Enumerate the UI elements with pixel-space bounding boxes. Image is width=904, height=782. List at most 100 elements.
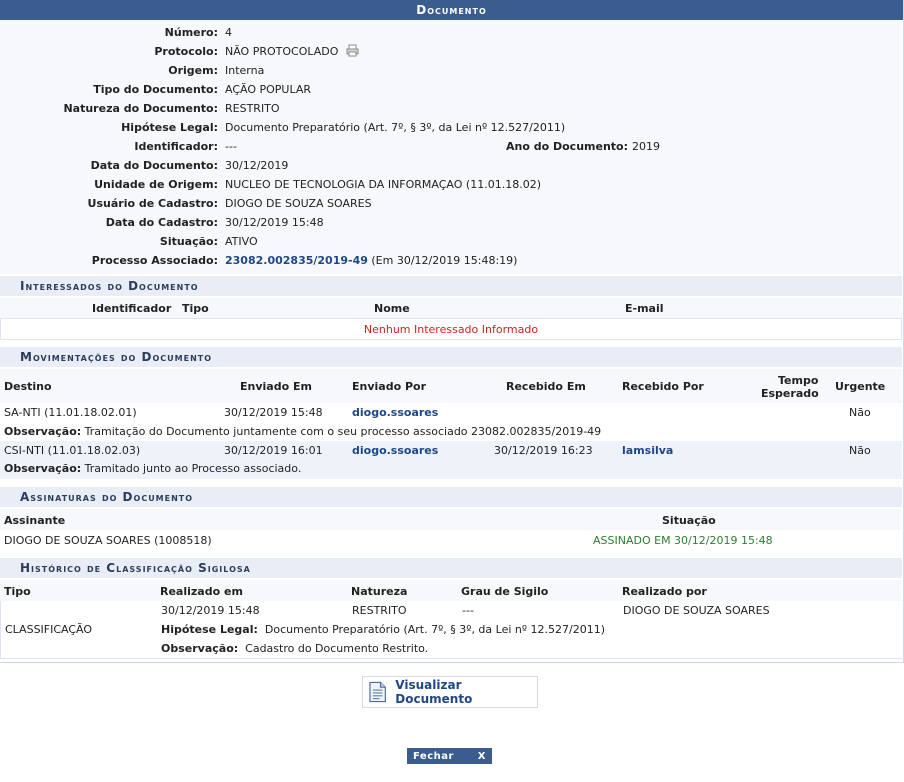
col-urgente: Urgente bbox=[835, 380, 886, 393]
mov-urgente: Não bbox=[849, 406, 871, 419]
assinante-name: DIOGO DE SOUZA SOARES (1008518) bbox=[4, 534, 212, 547]
hist-realizado-em: 30/12/2019 15:48 bbox=[161, 604, 260, 617]
info-row-natureza: Natureza do Documento: RESTRITO bbox=[0, 99, 902, 118]
origem-label: Origem: bbox=[168, 64, 218, 77]
mov-urgente: Não bbox=[849, 444, 871, 457]
document-icon bbox=[369, 681, 386, 703]
close-icon: X bbox=[477, 750, 486, 762]
printer-icon[interactable] bbox=[346, 44, 359, 57]
assinaturas-section-title: Assinaturas do Documento bbox=[0, 487, 902, 507]
info-row-situacao: Situação: ATIVO bbox=[0, 232, 902, 251]
col-enviado-em: Enviado Em bbox=[240, 380, 312, 393]
mov-enviado-em: 30/12/2019 15:48 bbox=[224, 406, 323, 419]
col-recebido-por: Recebido Por bbox=[622, 380, 704, 393]
hist-hipotese: Hipótese Legal: Documento Preparatório (… bbox=[161, 623, 605, 636]
hist-obs-label: Observação: bbox=[161, 642, 239, 655]
historico-row: CLASSIFICAÇÃO 30/12/2019 15:48 RESTRITO … bbox=[0, 601, 902, 659]
mov-enviado-em: 30/12/2019 16:01 bbox=[224, 444, 323, 457]
fechar-label: Fechar bbox=[413, 750, 454, 762]
info-row-processo: Processo Associado: 23082.002835/2019-49… bbox=[0, 251, 902, 270]
data-documento-label: Data do Documento: bbox=[90, 159, 218, 172]
col-tipo: Tipo bbox=[182, 302, 209, 315]
col-realizado-em: Realizado em bbox=[160, 585, 243, 598]
col-natureza: Natureza bbox=[351, 585, 408, 598]
info-row-numero: Número: 4 bbox=[0, 23, 902, 42]
movimentacoes-section-title: Movimentações do Documento bbox=[0, 347, 902, 367]
natureza-label: Natureza do Documento: bbox=[63, 102, 218, 115]
col-tempo-l1: Tempo bbox=[778, 374, 819, 387]
col-recebido-em: Recebido Em bbox=[506, 380, 586, 393]
mov-destino: CSI-NTI (11.01.18.02.03) bbox=[4, 444, 141, 457]
ano-value: 2019 bbox=[632, 140, 660, 153]
mov-obs-label: Observação: bbox=[4, 425, 82, 438]
visualizar-documento-label: Visualizar Documento bbox=[395, 678, 473, 706]
ano-label: Ano do Documento: bbox=[506, 140, 628, 153]
mov-destino: SA-NTI (11.01.18.02.01) bbox=[4, 406, 137, 419]
hist-observacao: Observação: Cadastro do Documento Restri… bbox=[161, 642, 428, 655]
col-enviado-por: Enviado Por bbox=[352, 380, 427, 393]
col-situacao: Situação bbox=[662, 514, 716, 527]
interessados-header-row: Identificador Tipo Nome E-mail bbox=[0, 298, 902, 318]
col-grau-sigilo: Grau de Sigilo bbox=[461, 585, 549, 598]
situacao-value: ATIVO bbox=[225, 235, 258, 248]
processo-link[interactable]: 23082.002835/2019-49 bbox=[225, 254, 368, 267]
movimentacao-row: CSI-NTI (11.01.18.02.03) 30/12/2019 16:0… bbox=[0, 441, 902, 479]
fechar-button[interactable]: Fechar X bbox=[407, 748, 492, 764]
assinatura-row: DIOGO DE SOUZA SOARES (1008518) ASSINADO… bbox=[0, 530, 902, 551]
col-identificador: Identificador bbox=[92, 302, 172, 315]
info-row-data-cadastro: Data do Cadastro: 30/12/2019 15:48 bbox=[0, 213, 902, 232]
protocolo-text: NÃO PROTOCOLADO bbox=[225, 45, 339, 58]
historico-section-title: Histórico de Classificação Sigilosa bbox=[0, 558, 902, 578]
assinatura-status: ASSINADO EM 30/12/2019 15:48 bbox=[593, 534, 773, 547]
col-realizado-por: Realizado por bbox=[622, 585, 707, 598]
identificador-label: Identificador: bbox=[134, 140, 218, 153]
unidade-value: NUCLEO DE TECNOLOGIA DA INFORMAÇAO (11.0… bbox=[225, 178, 541, 191]
usuario-label: Usuário de Cadastro: bbox=[87, 197, 218, 210]
hipotese-label: Hipótese Legal: bbox=[121, 121, 218, 134]
mov-enviado-por[interactable]: diogo.ssoares bbox=[352, 444, 438, 457]
assinaturas-header-row: Assinante Situação bbox=[0, 509, 902, 530]
historico-header-row: Tipo Realizado em Natureza Grau de Sigil… bbox=[0, 580, 902, 601]
processo-label: Processo Associado: bbox=[91, 254, 218, 267]
mov-enviado-por[interactable]: diogo.ssoares bbox=[352, 406, 438, 419]
movimentacoes-header-row: Destino Enviado Em Enviado Por Recebido … bbox=[0, 369, 902, 403]
info-row-data-documento: Data do Documento: 30/12/2019 bbox=[0, 156, 902, 175]
processo-value: 23082.002835/2019-49 (Em 30/12/2019 15:4… bbox=[225, 251, 517, 270]
col-assinante: Assinante bbox=[4, 514, 66, 527]
document-info: Número: 4 Protocolo: NÃO PROTOCOLADO Ori… bbox=[0, 20, 902, 274]
hist-tipo: CLASSIFICAÇÃO bbox=[5, 623, 93, 636]
interessados-empty-row: Nenhum Interessado Informado bbox=[0, 318, 902, 340]
interessados-empty-text: Nenhum Interessado Informado bbox=[363, 323, 539, 336]
hist-hipotese-label: Hipótese Legal: bbox=[161, 623, 258, 636]
hist-obs-text: Cadastro do Documento Restrito. bbox=[245, 642, 429, 655]
natureza-value: RESTRITO bbox=[225, 102, 280, 115]
mov-observacao: Observação: Tramitação do Documento junt… bbox=[4, 425, 601, 438]
document-panel: Documento Número: 4 Protocolo: NÃO PROTO… bbox=[0, 0, 904, 663]
info-row-tipo: Tipo do Documento: AÇÃO POPULAR bbox=[0, 80, 902, 99]
col-email: E-mail bbox=[625, 302, 664, 315]
data-documento-value: 30/12/2019 bbox=[225, 159, 289, 172]
hist-grau: --- bbox=[462, 604, 474, 617]
origem-value: Interna bbox=[225, 64, 265, 77]
tipo-label: Tipo do Documento: bbox=[93, 83, 218, 96]
col-destino: Destino bbox=[4, 380, 52, 393]
info-row-hipotese: Hipótese Legal: Documento Preparatório (… bbox=[0, 118, 902, 137]
info-row-protocolo: Protocolo: NÃO PROTOCOLADO bbox=[0, 42, 902, 61]
info-row-usuario: Usuário de Cadastro: DIOGO DE SOUZA SOAR… bbox=[0, 194, 902, 213]
interessados-section-title: Interessados do Documento bbox=[0, 276, 902, 296]
processo-suffix: (Em 30/12/2019 15:48:19) bbox=[371, 254, 518, 267]
mov-obs-label: Observação: bbox=[4, 462, 82, 475]
visualizar-documento-button[interactable]: Visualizar Documento bbox=[362, 676, 538, 708]
info-row-origem: Origem: Interna bbox=[0, 61, 902, 80]
mov-recebido-em: 30/12/2019 16:23 bbox=[494, 444, 593, 457]
col-hist-tipo: Tipo bbox=[4, 585, 31, 598]
mov-obs-text: Tramitação do Documento juntamente com o… bbox=[84, 425, 602, 438]
identificador-value: --- bbox=[225, 140, 237, 153]
hist-realizado-por: DIOGO DE SOUZA SOARES bbox=[623, 604, 770, 617]
col-nome: Nome bbox=[374, 302, 410, 315]
protocolo-value: NÃO PROTOCOLADO bbox=[225, 42, 359, 61]
tipo-value: AÇÃO POPULAR bbox=[225, 83, 312, 96]
numero-label: Número: bbox=[164, 26, 218, 39]
hist-natureza: RESTRITO bbox=[352, 604, 407, 617]
mov-recebido-por[interactable]: lamsilva bbox=[622, 444, 673, 457]
